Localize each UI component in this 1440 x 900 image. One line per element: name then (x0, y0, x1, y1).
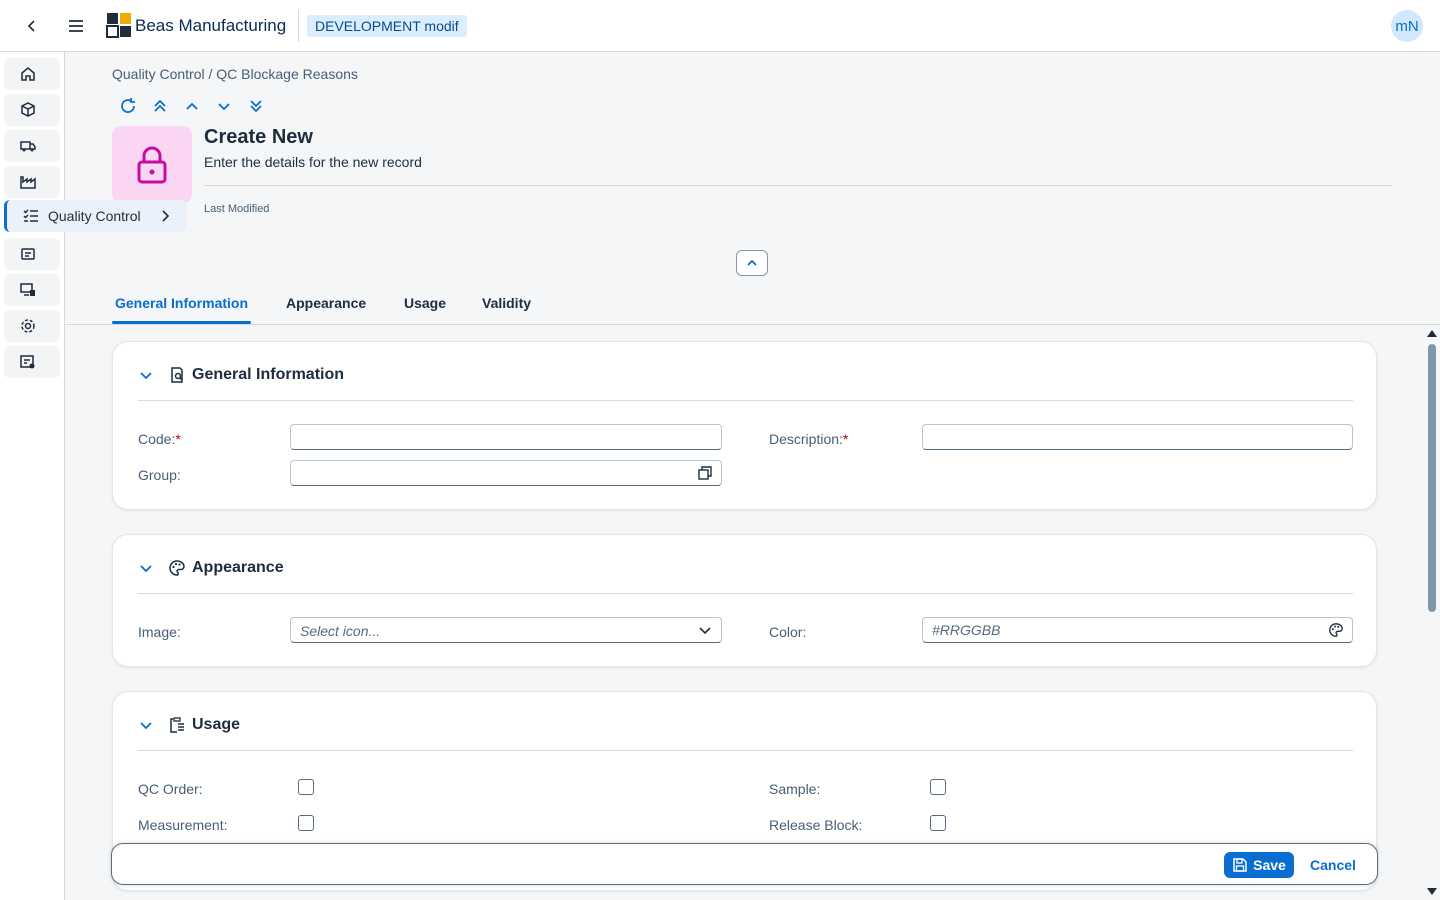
code-label: Code:* (138, 431, 181, 447)
scroll-up-arrow-icon[interactable] (1427, 330, 1437, 337)
tab-general-information[interactable]: General Information (115, 295, 248, 311)
previous-record-icon[interactable] (182, 96, 202, 116)
last-record-icon[interactable] (246, 96, 266, 116)
tab-usage[interactable]: Usage (404, 295, 446, 311)
group-input[interactable] (290, 460, 722, 486)
side-navigation (0, 52, 65, 900)
code-input[interactable] (290, 424, 722, 450)
tab-bar: General Information Appearance Usage Val… (65, 286, 1440, 325)
section-header: Appearance (138, 557, 284, 579)
section-divider (138, 400, 1353, 401)
user-avatar[interactable]: mN (1391, 10, 1423, 42)
shell-bar: Beas Manufacturing DEVELOPMENT modif mN (0, 0, 1440, 52)
measurement-label: Measurement: (138, 817, 228, 833)
report-icon (20, 355, 35, 369)
color-input[interactable] (922, 617, 1353, 643)
truck-icon (20, 141, 36, 152)
qc-order-label: QC Order: (138, 781, 203, 797)
nav-item-monitor[interactable] (4, 274, 60, 306)
company-logo (106, 13, 131, 38)
sample-checkbox[interactable] (930, 779, 946, 795)
measurement-checkbox[interactable] (298, 815, 314, 831)
tab-appearance[interactable]: Appearance (286, 295, 366, 311)
scrollbar-thumb[interactable] (1428, 344, 1436, 612)
document-search-icon (171, 367, 183, 383)
chevron-left-icon (27, 20, 35, 32)
nav-item-logistics[interactable] (4, 130, 60, 162)
image-label: Image: (138, 624, 181, 640)
value-help-icon[interactable] (697, 465, 713, 481)
checklist-icon (23, 209, 38, 222)
section-appearance: Appearance Image: Select icon... Color: (112, 534, 1377, 667)
description-input[interactable] (922, 424, 1353, 450)
chevron-right-icon (162, 210, 170, 222)
chevron-down-icon[interactable] (138, 367, 154, 383)
object-avatar (112, 126, 192, 204)
release-block-checkbox[interactable] (930, 815, 946, 831)
section-header: General Information (138, 364, 344, 386)
breadcrumb[interactable]: Quality Control / QC Blockage Reasons (112, 66, 358, 82)
page-title: Create New (204, 126, 313, 148)
image-select-placeholder: Select icon... (300, 623, 381, 639)
nav-item-production[interactable] (4, 166, 60, 198)
description-label: Description:* (769, 431, 849, 447)
section-title: Appearance (192, 559, 284, 576)
color-label: Color: (769, 624, 807, 640)
group-label: Group: (138, 467, 181, 483)
active-tab-indicator (112, 321, 251, 324)
last-modified-label: Last Modified (204, 203, 270, 215)
app-name[interactable]: Beas Manufacturing (135, 16, 286, 36)
cube-icon (21, 102, 35, 117)
tab-validity[interactable]: Validity (482, 295, 531, 311)
menu-button[interactable] (64, 14, 88, 38)
collapse-header-button[interactable] (736, 250, 768, 276)
first-record-icon[interactable] (150, 96, 170, 116)
hamburger-icon (69, 20, 83, 32)
environment-badge: DEVELOPMENT modif (307, 15, 467, 37)
header-divider (204, 185, 1392, 186)
gear-icon (21, 319, 35, 333)
section-general-information: General Information Code:* Description:*… (112, 341, 1377, 510)
section-divider (138, 593, 1353, 594)
back-button[interactable] (20, 14, 44, 38)
nav-item-label: Quality Control (48, 208, 141, 224)
factory-icon (20, 176, 36, 189)
palette-icon (169, 560, 185, 576)
nav-item-products[interactable] (4, 94, 60, 126)
color-palette-icon[interactable] (1328, 622, 1344, 638)
scrollbar[interactable] (1426, 328, 1438, 900)
qc-order-checkbox[interactable] (298, 779, 314, 795)
nav-item-reports[interactable] (4, 346, 60, 378)
release-block-label: Release Block: (769, 817, 863, 833)
save-button[interactable]: Save (1224, 852, 1294, 878)
section-title: General Information (192, 366, 345, 383)
section-header: Usage (138, 714, 240, 736)
sample-label: Sample: (769, 781, 821, 797)
image-select[interactable]: Select icon... (290, 617, 722, 643)
home-icon (21, 67, 35, 81)
section-title: Usage (192, 716, 241, 733)
nav-item-inventory[interactable] (4, 238, 60, 270)
inventory-icon (21, 248, 35, 260)
section-divider (138, 750, 1353, 751)
save-icon (1233, 858, 1247, 872)
monitor-icon (20, 283, 35, 296)
shell-divider (298, 10, 299, 42)
lock-icon (137, 146, 167, 184)
footer-action-bar: Save Cancel (111, 843, 1378, 885)
cancel-button[interactable]: Cancel (1306, 852, 1360, 878)
nav-item-settings[interactable] (4, 310, 60, 342)
nav-item-quality-control[interactable]: Quality Control (4, 200, 187, 232)
clipboard-list-icon (170, 717, 184, 733)
chevron-up-icon (747, 259, 757, 266)
save-button-label: Save (1253, 857, 1286, 873)
next-record-icon[interactable] (214, 96, 234, 116)
chevron-down-icon[interactable] (138, 560, 154, 576)
chevron-down-icon[interactable] (138, 717, 154, 733)
scroll-down-arrow-icon[interactable] (1427, 888, 1437, 895)
page-subtitle: Enter the details for the new record (204, 154, 422, 170)
refresh-icon[interactable] (118, 96, 138, 116)
nav-item-home[interactable] (4, 58, 60, 90)
chevron-down-icon (699, 627, 711, 635)
